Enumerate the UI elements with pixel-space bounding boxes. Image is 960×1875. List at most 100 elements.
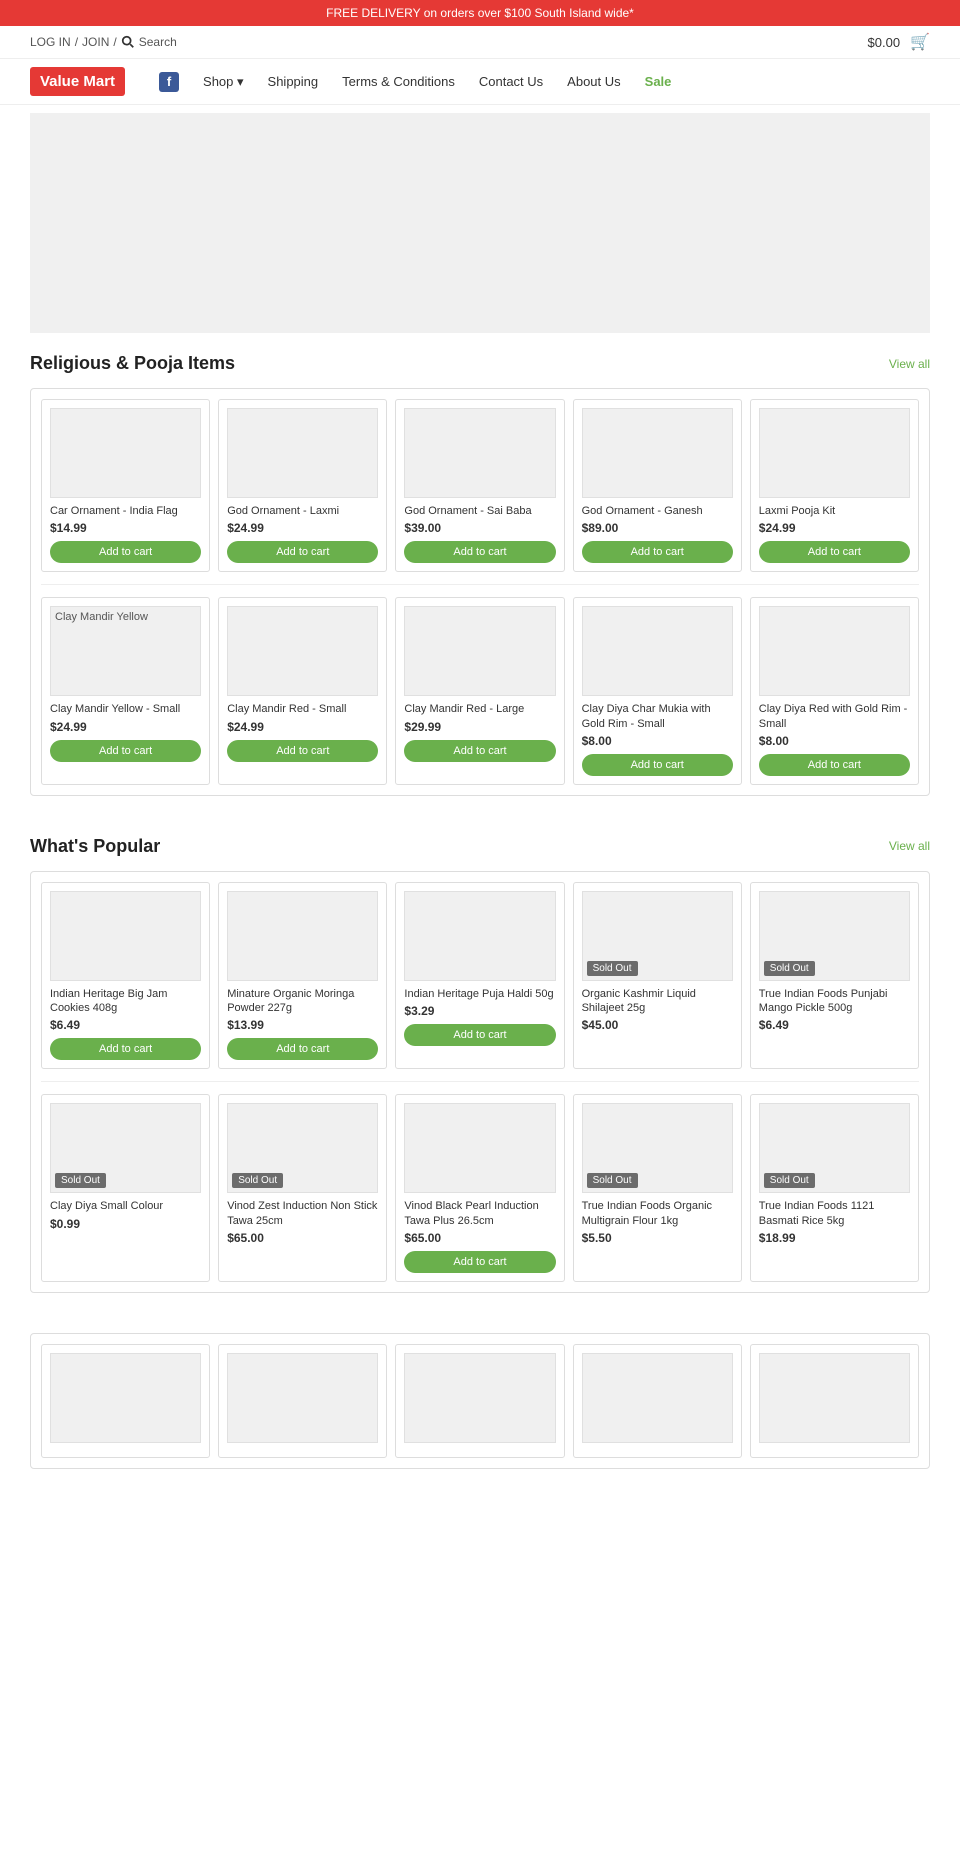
view-all-religious[interactable]: View all <box>889 357 930 371</box>
section-religious: Religious & Pooja Items View all Car Ornam… <box>0 333 960 816</box>
product-image <box>227 606 378 696</box>
add-to-cart-button[interactable]: Add to cart <box>404 1251 555 1273</box>
product-image <box>50 891 201 981</box>
product-label: Clay Mandir Yellow <box>55 611 148 623</box>
add-to-cart-button[interactable]: Add to cart <box>759 754 910 776</box>
sold-out-badge: Sold Out <box>764 961 815 976</box>
product-image <box>582 408 733 498</box>
product-image <box>582 1353 733 1443</box>
product-name: Organic Kashmir Liquid Shilajeet 25g <box>582 987 733 1016</box>
nav-shop[interactable]: Shop ▾ <box>203 74 244 90</box>
product-card: Indian Heritage Puja Haldi 50g$3.29Add t… <box>395 882 564 1070</box>
product-card: Sold Out Vinod Zest Induction Non Stick T… <box>218 1094 387 1282</box>
product-card: God Ornament - Sai Baba $39.00 Add to cart <box>395 399 564 572</box>
add-to-cart-button[interactable]: Add to cart <box>582 541 733 563</box>
product-card: God Ornament - Laxmi$24.99Add to cart <box>218 399 387 572</box>
nav-about[interactable]: About Us <box>567 74 620 89</box>
search-label: Search <box>139 35 177 49</box>
top-bar-right: $0.00 🛒 <box>868 32 930 52</box>
nav-sale[interactable]: Sale <box>645 74 672 89</box>
add-to-cart-button[interactable]: Add to cart <box>50 740 201 762</box>
product-image: Sold Out <box>227 1103 378 1193</box>
product-price: $5.50 <box>582 1231 733 1245</box>
product-name: Minature Organic Moringa Powder 227g <box>227 987 378 1016</box>
product-image <box>404 1353 555 1443</box>
product-card: Sold Out True Indian Foods 1121 Basmati R… <box>750 1094 919 1282</box>
product-card: Sold Out Clay Diya Small Colour $0.99 <box>41 1094 210 1282</box>
product-grid-religious: Car Ornament - India Flag$14.99Add to ca… <box>41 399 919 785</box>
sold-out-badge: Sold Out <box>55 1173 106 1188</box>
search-icon <box>121 35 135 49</box>
bottom-product-grid <box>41 1344 919 1458</box>
product-name: God Ornament - Sai Baba <box>404 504 555 518</box>
product-price: $24.99 <box>227 521 378 535</box>
add-to-cart-button[interactable]: Add to cart <box>582 754 733 776</box>
login-link[interactable]: LOG IN <box>30 35 71 49</box>
product-card: Car Ornament - India Flag$14.99Add to ca… <box>41 399 210 572</box>
product-image <box>404 1103 555 1193</box>
top-bar-left: LOG IN / JOIN / Search <box>30 35 177 49</box>
grid-wrapper-popular: Indian Heritage Big Jam Cookies 408g $6.4… <box>30 871 930 1293</box>
product-image: Sold Out <box>582 1103 733 1193</box>
product-name: Clay Mandir Red - Large <box>404 702 555 716</box>
add-to-cart-button[interactable]: Add to cart <box>404 740 555 762</box>
product-card <box>218 1344 387 1458</box>
product-name: Indian Heritage Big Jam Cookies 408g <box>50 987 201 1016</box>
product-price: $8.00 <box>582 734 733 748</box>
product-name: Car Ornament - India Flag <box>50 504 201 518</box>
add-to-cart-button[interactable]: Add to cart <box>227 740 378 762</box>
nav-shipping[interactable]: Shipping <box>268 74 319 89</box>
product-image <box>404 606 555 696</box>
product-name: Clay Mandir Red - Small <box>227 702 378 716</box>
top-bar: LOG IN / JOIN / Search $0.00 🛒 <box>0 26 960 59</box>
logo[interactable]: Value Mart <box>30 67 125 96</box>
product-price: $18.99 <box>759 1231 910 1245</box>
nav-terms[interactable]: Terms & Conditions <box>342 74 455 89</box>
separator2: / <box>113 35 116 49</box>
product-price: $6.49 <box>759 1018 910 1032</box>
product-price: $39.00 <box>404 521 555 535</box>
product-image: Sold Out <box>759 1103 910 1193</box>
product-price: $29.99 <box>404 720 555 734</box>
product-image <box>582 606 733 696</box>
product-price: $0.99 <box>50 1217 201 1231</box>
product-image <box>50 1353 201 1443</box>
product-card: Laxmi Pooja Kit$24.99Add to cart <box>750 399 919 572</box>
section-header-popular: What's PopularView all <box>30 836 930 857</box>
nav-bar: Value Mart f Shop ▾ Shipping Terms & Con… <box>0 59 960 105</box>
product-name: True Indian Foods 1121 Basmati Rice 5kg <box>759 1199 910 1228</box>
product-image <box>227 891 378 981</box>
separator1: / <box>75 35 78 49</box>
search-area[interactable]: Search <box>121 35 177 49</box>
product-name: Vinod Zest Induction Non Stick Tawa 25cm <box>227 1199 378 1228</box>
row-separator <box>41 584 919 585</box>
facebook-icon[interactable]: f <box>159 72 179 92</box>
product-name: True Indian Foods Organic Multigrain Flo… <box>582 1199 733 1228</box>
cart-icon[interactable]: 🛒 <box>910 32 930 52</box>
product-image <box>759 408 910 498</box>
join-link[interactable]: JOIN <box>82 35 109 49</box>
view-all-popular[interactable]: View all <box>889 839 930 853</box>
add-to-cart-button[interactable]: Add to cart <box>50 1038 201 1060</box>
cart-amount: $0.00 <box>868 35 901 50</box>
product-name: Clay Mandir Yellow - Small <box>50 702 201 716</box>
product-price: $24.99 <box>50 720 201 734</box>
product-card <box>41 1344 210 1458</box>
product-name: Clay Diya Red with Gold Rim - Small <box>759 702 910 731</box>
add-to-cart-button[interactable]: Add to cart <box>759 541 910 563</box>
product-card: Clay Mandir Red - Large $29.99 Add to cart <box>395 597 564 785</box>
add-to-cart-button[interactable]: Add to cart <box>227 1038 378 1060</box>
section-title-religious: Religious & Pooja Items <box>30 353 235 374</box>
product-name: Clay Diya Small Colour <box>50 1199 201 1213</box>
product-name: God Ornament - Ganesh <box>582 504 733 518</box>
product-name: Vinod Black Pearl Induction Tawa Plus 26… <box>404 1199 555 1228</box>
add-to-cart-button[interactable]: Add to cart <box>50 541 201 563</box>
add-to-cart-button[interactable]: Add to cart <box>227 541 378 563</box>
add-to-cart-button[interactable]: Add to cart <box>404 541 555 563</box>
nav-contact[interactable]: Contact Us <box>479 74 543 89</box>
add-to-cart-button[interactable]: Add to cart <box>404 1024 555 1046</box>
product-card: Clay Diya Char Mukia with Gold Rim - Sma… <box>573 597 742 785</box>
product-price: $65.00 <box>404 1231 555 1245</box>
product-card: Clay Diya Red with Gold Rim - Small$8.00… <box>750 597 919 785</box>
sold-out-badge: Sold Out <box>587 1173 638 1188</box>
